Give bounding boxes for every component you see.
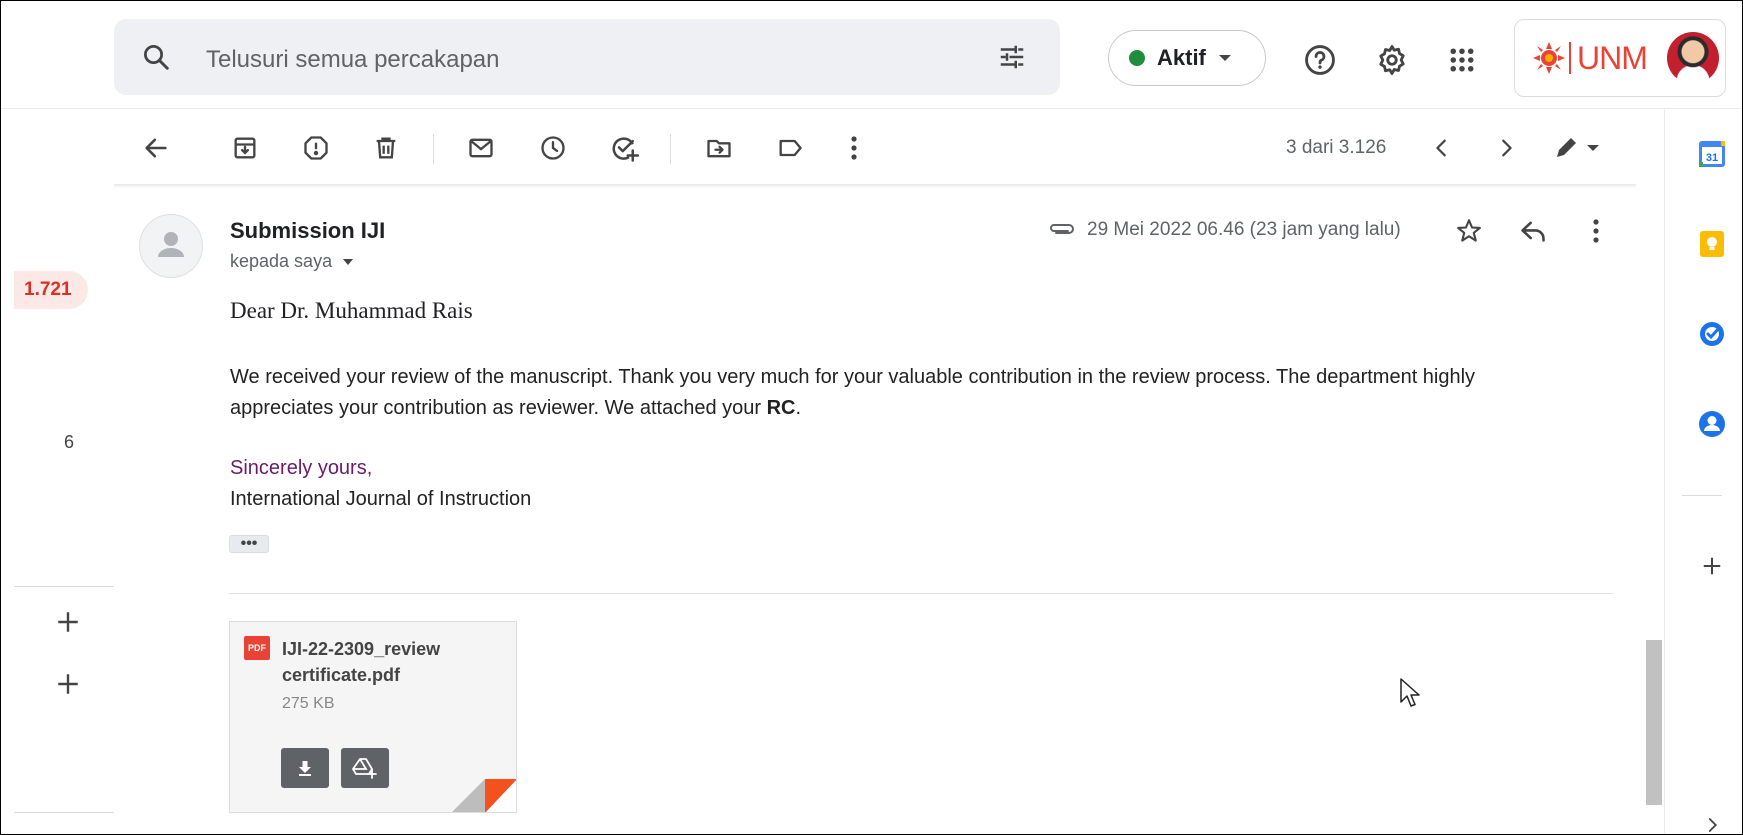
label-icon[interactable] — [772, 130, 808, 166]
left-rail-divider — [14, 586, 114, 587]
delete-trash-icon[interactable] — [368, 130, 404, 166]
header-divider — [0, 108, 1741, 109]
left-rail-divider — [14, 812, 114, 813]
more-vert-icon[interactable] — [1578, 213, 1614, 249]
pdf-file-icon: PDF — [244, 636, 270, 660]
back-arrow-icon[interactable] — [138, 130, 174, 166]
recipient-label: kepada saya — [230, 251, 333, 271]
chevron-down-icon — [1218, 55, 1231, 61]
sender-name: Submission IJI — [230, 218, 386, 243]
message-date: 29 Mei 2022 06.46 (23 jam yang lalu) — [1087, 219, 1401, 240]
save-to-drive-button[interactable] — [341, 748, 389, 788]
message-paragraph-end: . — [795, 397, 802, 419]
attachment-size: 275 KB — [282, 695, 335, 712]
snooze-clock-icon[interactable] — [535, 130, 571, 166]
attachment-corner-fold — [452, 779, 516, 812]
avatar[interactable] — [1667, 32, 1719, 84]
message-paragraph: We received your review of the manuscrip… — [230, 362, 1560, 424]
search-options-icon[interactable] — [994, 39, 1030, 75]
add-to-tasks-icon[interactable] — [606, 130, 642, 166]
message-greeting: Dear Dr. Muhammad Rais — [230, 298, 473, 323]
side-panel-divider — [1664, 108, 1665, 835]
side-panel-separator — [1682, 495, 1722, 496]
contacts-icon[interactable] — [1694, 406, 1730, 442]
attachment-clip-icon — [1050, 224, 1074, 234]
mark-unread-mail-icon[interactable] — [463, 130, 499, 166]
keep-notes-icon[interactable] — [1694, 226, 1730, 262]
toolbar-separator — [670, 134, 671, 164]
org-logo-icon — [1533, 42, 1571, 74]
chevron-right-icon[interactable] — [1488, 130, 1524, 166]
status-label: Aktif — [1157, 45, 1206, 70]
message-paragraph-text: We received your review of the manuscrip… — [230, 366, 1476, 419]
chevron-left-icon[interactable] — [1424, 130, 1460, 166]
more-vert-icon[interactable] — [836, 130, 872, 166]
download-icon — [299, 761, 311, 776]
calendar-icon[interactable]: 31 — [1694, 136, 1730, 172]
expand-panel-chevron-icon[interactable] — [1700, 815, 1724, 835]
sender-avatar — [139, 214, 203, 278]
toolbar-separator — [433, 134, 434, 164]
account-switcher[interactable]: UNM — [1514, 19, 1726, 97]
apps-grid-icon[interactable] — [1440, 38, 1484, 82]
move-to-folder-icon[interactable] — [701, 130, 737, 166]
star-icon[interactable] — [1451, 213, 1487, 249]
recipient-details[interactable]: kepada saya — [230, 251, 354, 272]
search-input[interactable]: Telusuri semua percakapan — [206, 46, 500, 74]
reply-icon[interactable] — [1515, 213, 1551, 249]
org-label: UNM — [1577, 40, 1648, 76]
show-trimmed-content-button[interactable]: ••• — [229, 535, 269, 553]
signature-closing: Sincerely yours, — [230, 457, 373, 479]
attachment-divider — [229, 593, 1613, 594]
unread-count-badge[interactable]: 1.721 — [14, 271, 88, 309]
add-plus-icon[interactable] — [50, 666, 86, 702]
attachment-card[interactable]: PDF IJI-22-2309_review certificate.pdf 2… — [229, 621, 517, 813]
scrollbar-thumb[interactable] — [1646, 640, 1662, 805]
settings-gear-icon[interactable] — [1370, 38, 1414, 82]
report-spam-icon[interactable] — [298, 130, 334, 166]
folder-count: 6 — [64, 432, 75, 452]
search-icon[interactable] — [136, 37, 176, 77]
status-selector[interactable]: Aktif — [1108, 30, 1266, 86]
status-dot — [1129, 50, 1145, 66]
tasks-icon[interactable] — [1694, 316, 1730, 352]
chevron-down-icon — [343, 258, 354, 265]
page-count: 3 dari 3.126 — [1286, 137, 1387, 158]
mouse-cursor-icon — [1400, 678, 1420, 707]
toolbar-shadow — [114, 184, 1636, 188]
search-bar[interactable]: Telusuri semua percakapan — [114, 19, 1060, 95]
calendar-day: 31 — [1706, 152, 1718, 164]
archive-icon[interactable] — [227, 130, 263, 166]
add-to-drive-icon — [352, 758, 377, 779]
message-paragraph-bold: RC — [766, 397, 796, 419]
download-button[interactable] — [281, 748, 329, 788]
signature-organization: International Journal of Instruction — [230, 488, 532, 510]
get-addons-plus-icon[interactable] — [1694, 548, 1730, 584]
attachment-filename: IJI-22-2309_review certificate.pdf — [282, 639, 441, 685]
input-tools-pencil-icon[interactable] — [1550, 130, 1606, 166]
add-plus-icon[interactable] — [50, 604, 86, 640]
help-icon[interactable] — [1298, 38, 1342, 82]
